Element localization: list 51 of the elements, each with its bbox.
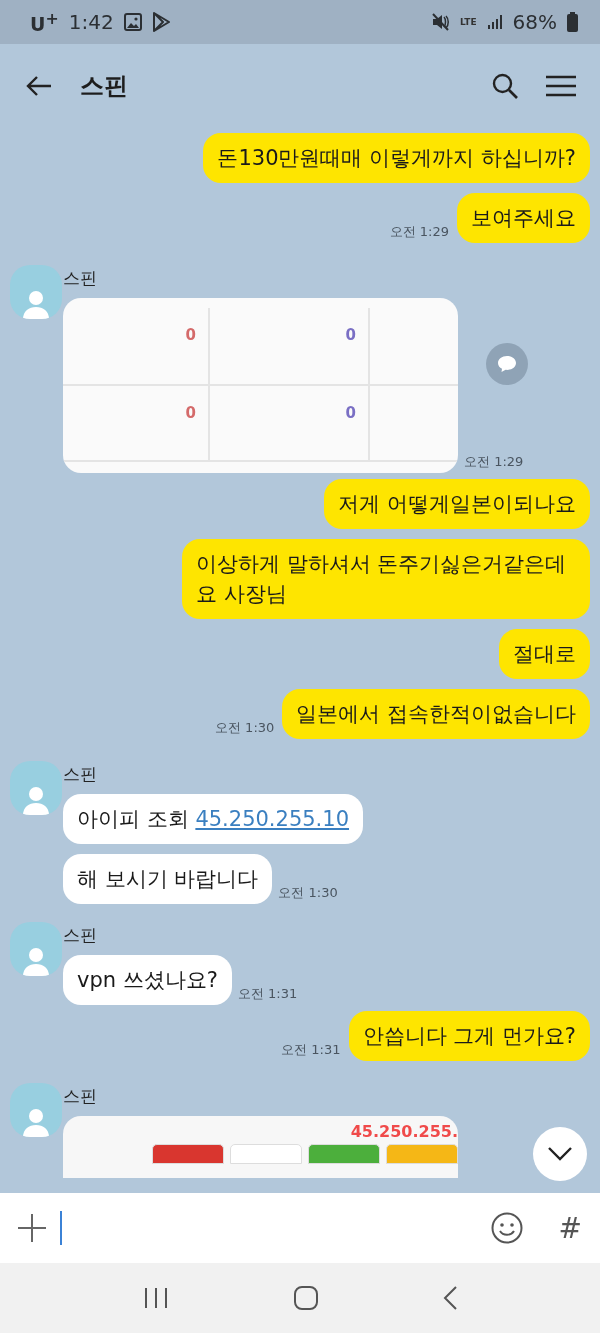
message-bubble: 안씁니다 그게 먼가요? (348, 1011, 590, 1061)
speech-bubble-icon (497, 355, 517, 373)
message-bubble: 일본에서 접속한적이없습니다 (282, 689, 590, 739)
home-icon[interactable] (294, 1286, 318, 1310)
carrier-label: U$^{+}$ (30, 8, 59, 36)
table-value: 0 (185, 326, 196, 344)
clock: 1:42 (68, 10, 114, 34)
image-icon (123, 13, 142, 31)
message-time: 오전 1:31 (281, 1041, 341, 1059)
chat-title: 스핀 (80, 71, 129, 102)
message-bubble: 돈130만원때매 이렇게까지 하십니까? (203, 133, 590, 183)
message-time: 오전 1:29 (389, 223, 449, 241)
message-bubble: 저게 어떻게일본이되나요 (324, 479, 590, 529)
sender-name: 스핀 (63, 763, 98, 786)
hashtag-button[interactable]: # (558, 1211, 582, 1245)
ip-link[interactable]: 45.250.255.10 (195, 807, 349, 831)
network-label: LTE (460, 17, 477, 27)
message-time: 오전 1:30 (215, 719, 275, 737)
mute-icon (432, 13, 450, 31)
message-time: 오전 1:29 (464, 453, 524, 471)
signal-icon (486, 14, 503, 30)
message-time: 오전 1:30 (278, 884, 338, 902)
message-bubble: 이상하게 말하셔서 돈주기싫은거같은데요 사장님 (182, 539, 590, 619)
battery-percent: 68% (512, 10, 557, 34)
menu-icon[interactable] (546, 75, 576, 97)
battery-icon (567, 12, 578, 32)
table-value: 0 (185, 404, 196, 422)
message-bubble: 아이피 조회 45.250.255.10 (63, 794, 363, 844)
sender-name: 스핀 (63, 924, 98, 947)
message-bubble: 해 보시기 바랍니다 (63, 854, 273, 904)
recent-apps-icon[interactable] (142, 1287, 169, 1309)
message-time: 오전 1:31 (237, 985, 298, 1003)
table-value: 0 (345, 404, 356, 422)
table-screenshot[interactable]: 0 0 0 0 (63, 298, 458, 473)
ip-address-text: 45.250.255. (350, 1122, 458, 1141)
back-arrow-icon[interactable] (26, 75, 52, 97)
plus-icon[interactable] (18, 1214, 46, 1242)
message-bubble: vpn 쓰셨나요? (63, 955, 232, 1005)
chevron-down-icon (548, 1147, 572, 1161)
message-bubble: 보여주세요 (457, 193, 590, 243)
sender-name: 스핀 (63, 1085, 98, 1108)
play-store-icon (151, 12, 170, 32)
result-screenshot[interactable]: 45.250.255. (63, 1116, 458, 1178)
table-value: 0 (345, 326, 356, 344)
emoji-icon[interactable] (490, 1212, 523, 1244)
search-icon[interactable] (492, 73, 518, 99)
sender-name: 스핀 (63, 267, 98, 290)
back-icon[interactable] (443, 1286, 458, 1310)
scroll-down-button[interactable] (533, 1127, 587, 1181)
message-bubble: 절대로 (499, 629, 590, 679)
share-button[interactable] (486, 343, 528, 385)
